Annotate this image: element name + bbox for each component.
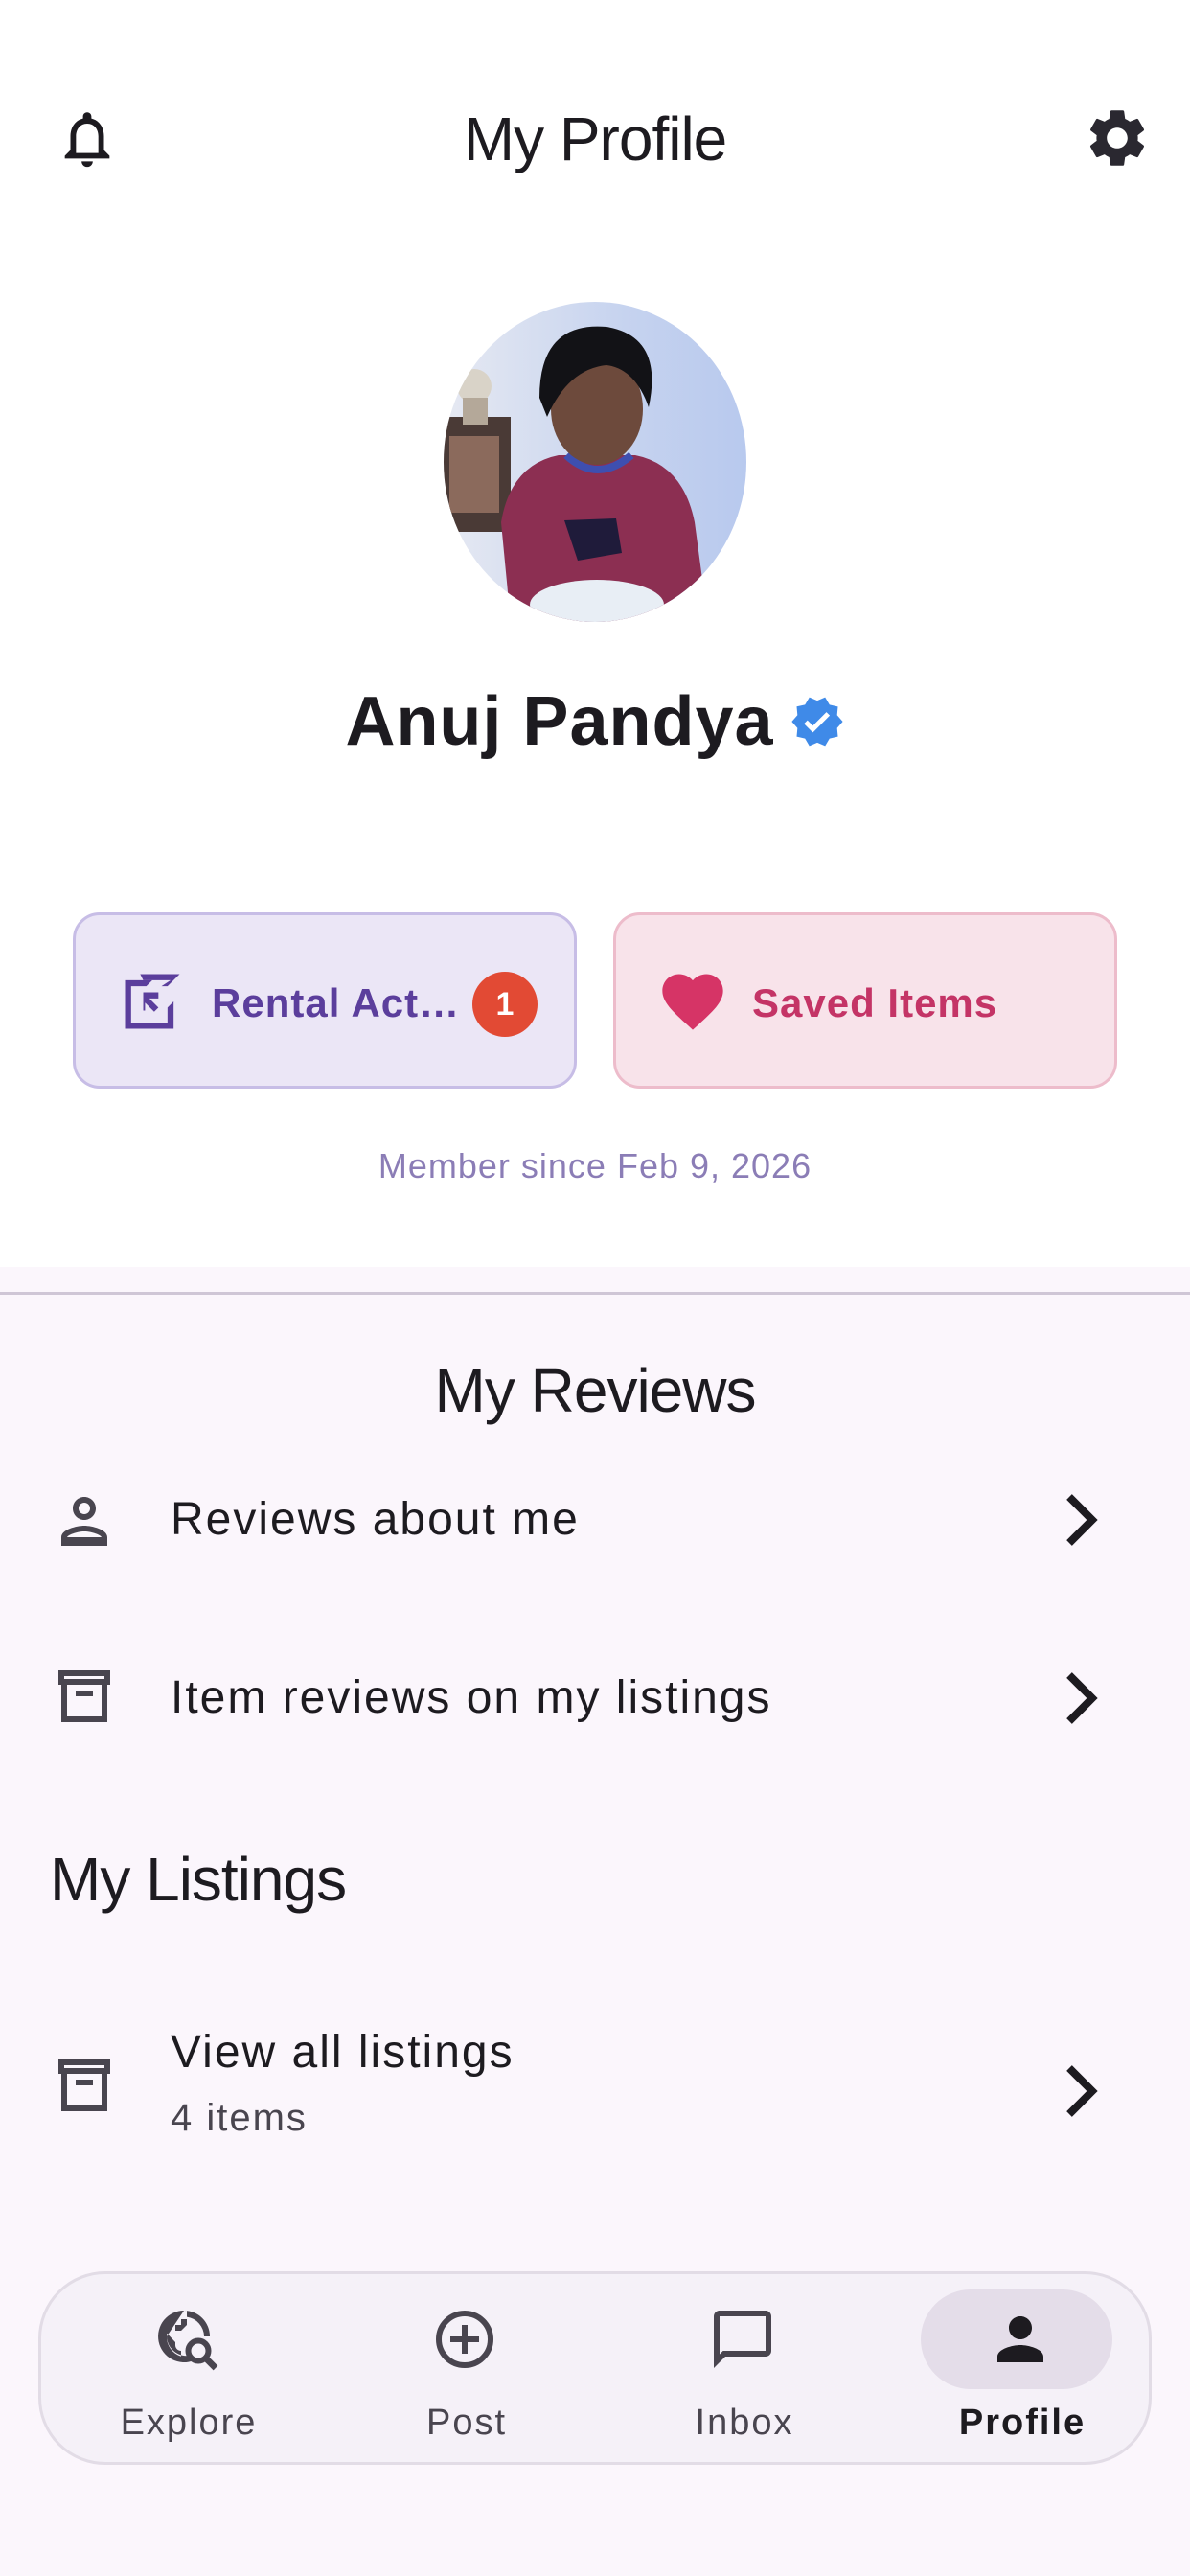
chat-bubble-icon [714,2311,771,2368]
chevron-right-icon [1066,2065,1098,2117]
rental-count-badge: 1 [472,972,538,1037]
person-icon [997,2316,1043,2362]
chevron-right-icon [1066,1494,1098,1546]
nav-post-label: Post [425,2403,508,2443]
nav-explore[interactable]: Explore [83,2274,294,2468]
listings-count: 4 items [171,2097,308,2139]
person-icon [61,1497,107,1546]
section-divider [0,1292,1190,1295]
reviews-about-me-label: Reviews about me [171,1494,580,1545]
avatar[interactable] [444,302,746,622]
archive-box-icon [58,1670,110,1722]
rental-activity-label: Rental Activity [212,980,463,1025]
nav-inbox[interactable]: Inbox [639,2274,850,2468]
reviews-about-me-row[interactable]: Reviews about me [0,1447,1190,1591]
rental-activity-button[interactable]: Rental Activity 1 [73,912,577,1089]
nav-inbox-label: Inbox [695,2403,794,2443]
item-reviews-row[interactable]: Item reviews on my listings [0,1625,1190,1769]
nav-profile[interactable]: Profile [917,2274,1128,2468]
bottom-navigation: Explore Post Inbox Profile [38,2271,1152,2465]
verified-badge-icon [790,697,843,747]
nav-explore-label: Explore [120,2403,258,2443]
item-reviews-label: Item reviews on my listings [171,1672,772,1723]
nav-post[interactable]: Post [361,2274,572,2468]
member-since: Member since Feb 9, 2026 [378,1146,812,1185]
profile-name: Anuj Pandya [345,683,774,760]
chevron-right-icon [1066,1672,1098,1724]
nav-profile-label: Profile [958,2403,1087,2443]
heart-icon [662,974,723,1030]
saved-items-label: Saved Items [752,980,998,1025]
profile-name-row: Anuj Pandya [0,682,1190,761]
saved-items-button[interactable]: Saved Items [613,912,1117,1089]
view-all-listings-label: View all listings [171,2027,515,2078]
reviews-section-title: My Reviews [434,1356,757,1425]
add-circle-icon [436,2311,493,2368]
view-all-listings-row[interactable]: View all listings 4 items [0,2012,1190,2166]
listings-section-title: My Listings [50,1845,347,1914]
archive-box-icon [58,2059,110,2111]
page-title: My Profile [463,104,728,173]
explore-globe-icon [158,2311,218,2371]
gear-icon[interactable] [1083,104,1152,172]
rental-activity-icon [125,974,180,1029]
